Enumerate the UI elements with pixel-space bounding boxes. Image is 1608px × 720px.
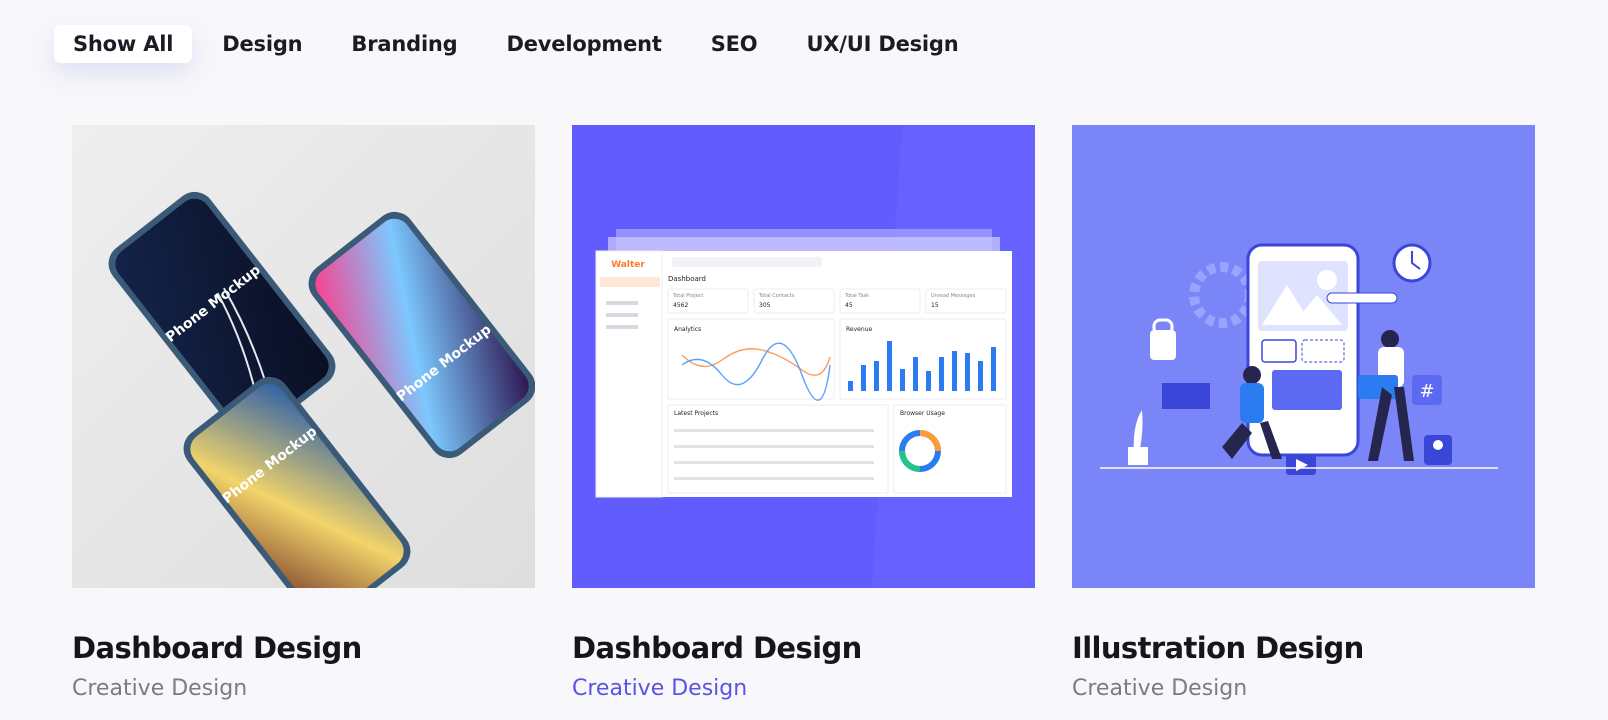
dashboard-heading: Dashboard bbox=[668, 275, 706, 283]
portfolio-card-3[interactable]: # Illustration Design Creative Design bbox=[1072, 125, 1535, 701]
portfolio-card-2[interactable]: Walter Dashboard Total Project 4562 Tota… bbox=[572, 125, 1035, 701]
portfolio-card-1[interactable]: Phone Mockup Phone Mockup Phone Mockup D… bbox=[72, 125, 535, 701]
filter-development[interactable]: Development bbox=[488, 25, 681, 63]
revenue-label: Revenue bbox=[846, 326, 872, 333]
illustration-image[interactable]: # bbox=[1072, 125, 1535, 588]
card-category[interactable]: Creative Design bbox=[72, 676, 247, 701]
analytics-label: Analytics bbox=[674, 326, 701, 333]
stat-4-value: 15 bbox=[931, 302, 939, 309]
stat-2-label: Total Contacts bbox=[758, 293, 795, 299]
dashboard-mockup-image[interactable]: Walter Dashboard Total Project 4562 Tota… bbox=[572, 125, 1035, 588]
card-category[interactable]: Creative Design bbox=[1072, 676, 1247, 701]
card-title[interactable]: Dashboard Design bbox=[72, 631, 362, 665]
stat-1-value: 4562 bbox=[673, 302, 688, 309]
filter-design[interactable]: Design bbox=[203, 25, 321, 63]
stat-3-value: 45 bbox=[845, 302, 853, 309]
filter-seo[interactable]: SEO bbox=[692, 25, 777, 63]
dashboard-brand: Walter bbox=[611, 260, 645, 270]
browser-label: Browser Usage bbox=[900, 410, 945, 417]
svg-text:#: # bbox=[1419, 381, 1434, 402]
stat-2-value: 305 bbox=[759, 302, 771, 309]
phone-mockup-image[interactable]: Phone Mockup Phone Mockup Phone Mockup bbox=[72, 125, 535, 588]
stat-4-label: Unread Messages bbox=[931, 293, 976, 299]
stat-3-label: Total Task bbox=[844, 293, 869, 299]
card-title[interactable]: Illustration Design bbox=[1072, 631, 1364, 665]
filter-branding[interactable]: Branding bbox=[332, 25, 476, 63]
card-category[interactable]: Creative Design bbox=[572, 676, 747, 701]
card-title[interactable]: Dashboard Design bbox=[572, 631, 862, 665]
stat-1-label: Total Project bbox=[672, 293, 703, 299]
filter-show-all[interactable]: Show All bbox=[54, 25, 193, 63]
portfolio-filter-bar: Show All Design Branding Development SEO… bbox=[54, 25, 989, 63]
projects-label: Latest Projects bbox=[674, 410, 718, 417]
filter-ux-ui-design[interactable]: UX/UI Design bbox=[787, 25, 977, 63]
